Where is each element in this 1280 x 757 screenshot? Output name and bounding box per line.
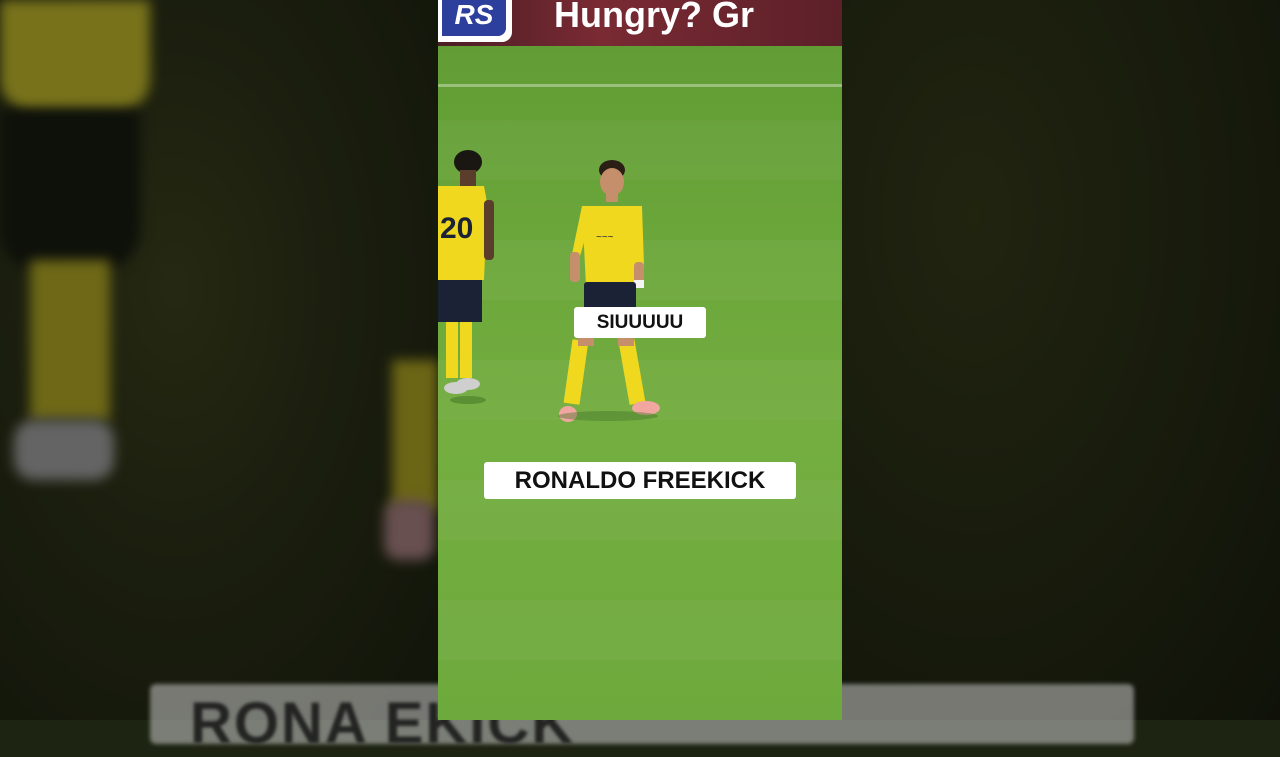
blurred-background-left — [0, 0, 438, 720]
video-frame[interactable]: RS Hungry? Gr 20 ~~~ SIUUUUU RONALDO FRE… — [438, 0, 842, 720]
player-center: ~~~ — [558, 160, 660, 422]
shirt-number: 20 — [440, 212, 473, 245]
svg-text:~~~: ~~~ — [596, 232, 614, 243]
players-illustration: 20 ~~~ — [438, 150, 660, 422]
caption-siuuuuu: SIUUUUU — [574, 307, 706, 338]
player-number-20: 20 — [438, 150, 494, 404]
blurred-background-right — [842, 0, 1280, 720]
caption-ronaldo-freekick: RONALDO FREEKICK — [484, 462, 796, 499]
